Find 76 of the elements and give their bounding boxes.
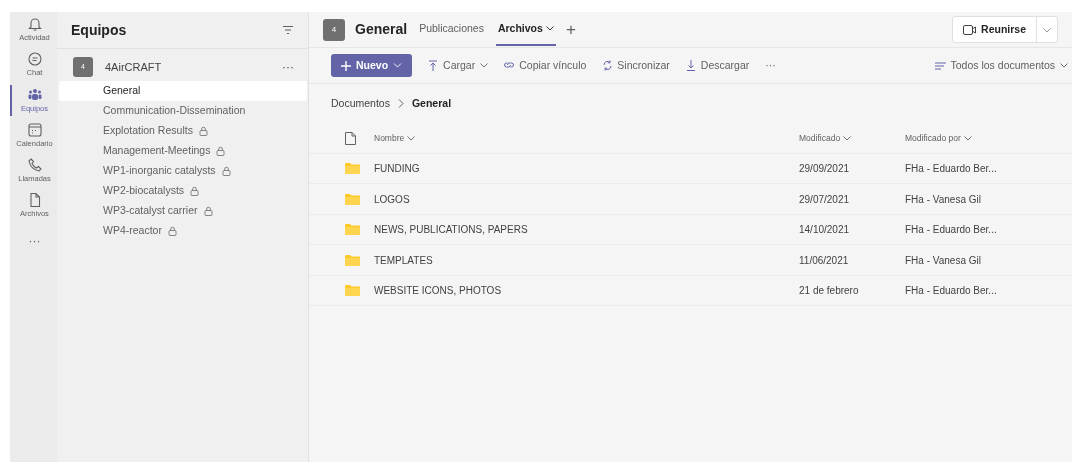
toolbar-button[interactable]: Copiar vínculo [504, 57, 587, 74]
bell-icon [26, 16, 43, 32]
panel-title: Equipos [71, 20, 127, 40]
lock-icon [203, 206, 213, 216]
folder-name-link[interactable]: WEBSITE ICONS, PHOTOS [374, 283, 502, 298]
team-name[interactable]: 4AirCRAFT [105, 58, 270, 76]
more-actions-button[interactable]: ··· [765, 57, 776, 74]
toolbar-button[interactable]: Cargar [428, 57, 489, 74]
chat-icon [26, 51, 43, 68]
folder-name-link[interactable]: TEMPLATES [374, 252, 433, 268]
column-header[interactable]: Modificado [799, 131, 852, 145]
channel-item[interactable]: WP3-catalyst carrier [59, 201, 307, 221]
tab[interactable]: Publicaciones [417, 12, 486, 47]
upload-icon [428, 60, 439, 71]
sync-icon [602, 60, 613, 71]
people-icon [26, 86, 43, 103]
table-cell-text: 14/10/2021 [799, 223, 851, 237]
more-options-button[interactable]: ··· [282, 58, 294, 76]
channel-item[interactable]: WP1-inorganic catalysts [59, 161, 307, 181]
table-cell-text: 29/07/2021 [799, 192, 851, 207]
link-icon [504, 60, 515, 71]
folder-icon [345, 193, 360, 205]
caret-icon [393, 63, 403, 68]
lock-icon [190, 186, 200, 196]
breadcrumb-item: General [411, 96, 452, 111]
download-icon [685, 60, 696, 71]
phone-icon [26, 157, 43, 173]
list-icon [934, 61, 946, 70]
more-apps-button[interactable]: ··· [10, 229, 57, 252]
channel-avatar: 4 [323, 18, 345, 41]
channel-item[interactable]: Management-Meetings [59, 141, 307, 161]
caret-icon [963, 135, 972, 141]
folder-icon [345, 163, 360, 174]
toolbar-button[interactable]: Descargar [685, 57, 750, 74]
folder-name-link[interactable]: NEWS, PUBLICATIONS, PAPERS [374, 222, 528, 237]
lock-icon [221, 166, 231, 176]
table-cell-text: FHa - Vanesa Gil [905, 253, 982, 268]
table-cell-text: FHa - Eduardo Ber... [905, 162, 998, 176]
lock-icon [216, 146, 226, 156]
caret-icon [1043, 27, 1051, 33]
column-header[interactable]: Nombre [374, 131, 416, 145]
folder-name-link[interactable]: LOGOS [374, 191, 410, 207]
caret-icon [407, 135, 416, 141]
lock-icon [167, 226, 177, 236]
folder-icon [345, 254, 360, 266]
table-cell-text: 11/06/2021 [799, 253, 850, 268]
table-cell-text: 29/09/2021 [799, 162, 851, 176]
table-cell-text: FHa - Vanesa Gil [905, 192, 982, 207]
caret-icon [1060, 63, 1068, 68]
column-header[interactable]: Modificado por [905, 131, 972, 145]
folder-name-link[interactable]: FUNDING [374, 161, 420, 176]
filter-icon[interactable] [282, 25, 294, 35]
file-type-icon [345, 131, 356, 145]
breadcrumb-item[interactable]: Documentos [331, 96, 390, 112]
channel-item[interactable]: Explotation Results [59, 121, 307, 141]
new-button[interactable]: Nuevo [331, 53, 413, 78]
lock-icon [198, 126, 208, 136]
caret-icon [843, 135, 852, 141]
channel-title: General [355, 20, 408, 39]
table-cell-text: FHa - Eduardo Ber... [905, 223, 998, 237]
table-cell-text: FHa - Eduardo Ber... [905, 284, 998, 298]
video-camera-icon [963, 24, 977, 35]
calendar-icon [26, 121, 43, 138]
chevron-icon [397, 99, 404, 109]
channel-item[interactable]: Communication-Dissemination [59, 101, 307, 121]
toolbar-button[interactable]: Sincronizar [602, 57, 670, 74]
channel-item[interactable]: WP4-reactor [59, 221, 307, 241]
plus-icon [341, 60, 351, 71]
channel-item[interactable]: General [59, 81, 307, 101]
channel-item[interactable]: WP2-biocatalysts [59, 181, 307, 201]
folder-icon [345, 224, 360, 235]
table-cell-text: 21 de febrero [799, 284, 860, 298]
tab[interactable]: Archivos [495, 12, 556, 47]
folder-icon [345, 285, 360, 296]
add-tab-button[interactable]: + [565, 16, 576, 43]
view-selector[interactable]: Todos los documentos [934, 57, 1068, 74]
